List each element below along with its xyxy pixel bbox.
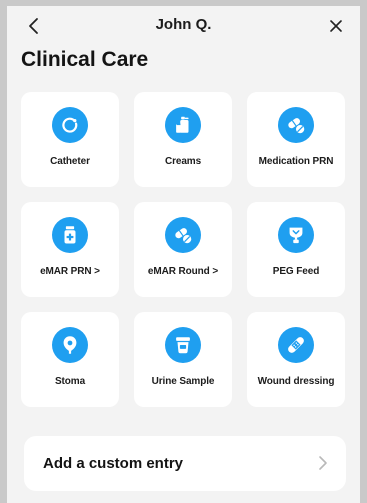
tile-label: Stoma	[54, 376, 86, 387]
tile-stoma[interactable]: Stoma	[21, 312, 119, 407]
medicine-bottle-icon	[52, 217, 88, 253]
header-bar: John Q.	[7, 6, 360, 46]
page-title: Clinical Care	[21, 48, 149, 71]
tile-label: Creams	[164, 156, 202, 167]
header-title: John Q.	[155, 16, 212, 33]
add-custom-entry-button[interactable]: Add a custom entry	[24, 436, 346, 491]
feed-bag-icon	[278, 217, 314, 253]
custom-entry-label: Add a custom entry	[43, 455, 184, 472]
close-icon	[330, 20, 342, 32]
stoma-icon	[52, 327, 88, 363]
close-button[interactable]	[324, 14, 348, 38]
tile-emar-round[interactable]: eMAR Round >	[134, 202, 232, 297]
clinical-care-grid: Catheter Creams Medication PRN eMAR PRN …	[21, 92, 349, 407]
tile-urine-sample[interactable]: Urine Sample	[134, 312, 232, 407]
pills-icon	[165, 217, 201, 253]
clinical-care-screen: John Q. Clinical Care Catheter Creams Me…	[7, 6, 360, 503]
cream-tube-icon	[165, 107, 201, 143]
tile-label: Medication PRN	[258, 156, 334, 167]
tile-emar-prn[interactable]: eMAR PRN >	[21, 202, 119, 297]
tile-creams[interactable]: Creams	[134, 92, 232, 187]
sample-cup-icon	[165, 327, 201, 363]
chevron-right-icon	[319, 456, 327, 470]
tile-medication-prn[interactable]: Medication PRN	[247, 92, 345, 187]
tile-catheter[interactable]: Catheter	[21, 92, 119, 187]
tile-label: eMAR PRN >	[40, 266, 100, 277]
tile-peg-feed[interactable]: PEG Feed	[247, 202, 345, 297]
pills-icon	[278, 107, 314, 143]
tile-label: eMAR Round >	[147, 266, 219, 277]
tile-label: Catheter	[50, 156, 90, 167]
catheter-icon	[52, 107, 88, 143]
tile-label: Wound dressing	[257, 376, 335, 387]
tile-label: PEG Feed	[272, 266, 320, 277]
bandage-icon	[278, 327, 314, 363]
tile-label: Urine Sample	[151, 376, 215, 387]
tile-wound-dressing[interactable]: Wound dressing	[247, 312, 345, 407]
